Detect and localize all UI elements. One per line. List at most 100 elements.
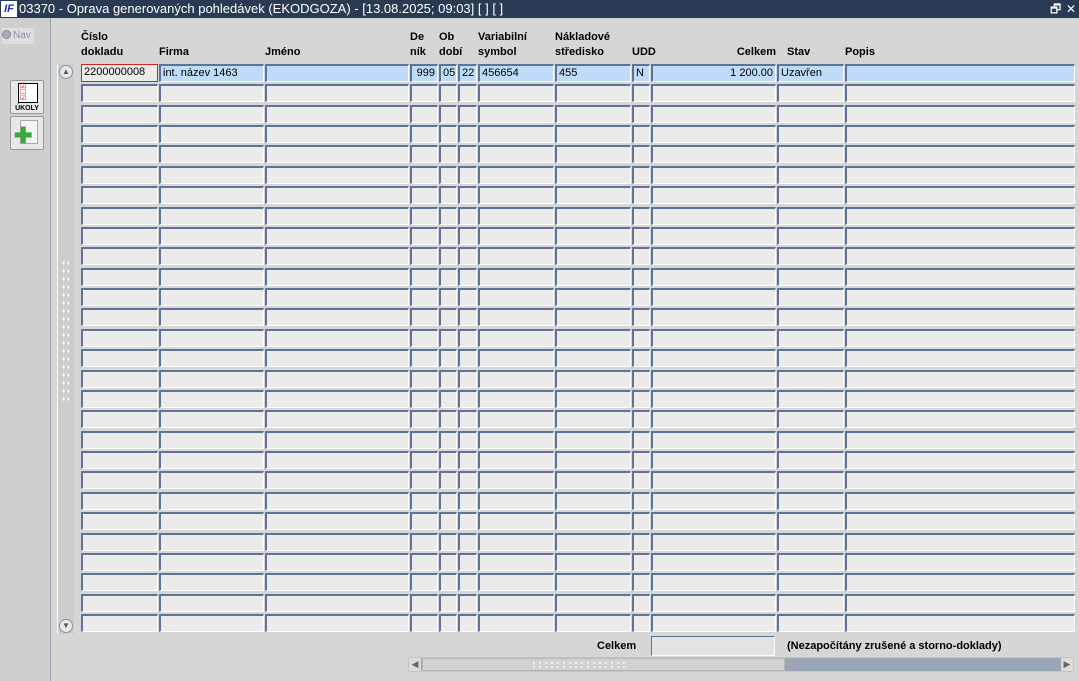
- cell-denik[interactable]: [410, 349, 438, 367]
- cell-celkem[interactable]: [651, 594, 776, 612]
- cell-ns[interactable]: [555, 349, 631, 367]
- cell-stav[interactable]: [777, 614, 844, 632]
- cell-popis[interactable]: [845, 227, 1075, 245]
- cell-udd[interactable]: [632, 533, 650, 551]
- cell-denik[interactable]: [410, 573, 438, 591]
- cell-celkem[interactable]: [651, 410, 776, 428]
- cell-vs[interactable]: [478, 370, 554, 388]
- cell-rok[interactable]: [458, 84, 477, 102]
- cell-vs[interactable]: [478, 288, 554, 306]
- cell-stav[interactable]: [777, 410, 844, 428]
- cell-vs[interactable]: [478, 125, 554, 143]
- cell-firma[interactable]: [159, 166, 264, 184]
- cell-rok[interactable]: [458, 186, 477, 204]
- cell-celkem[interactable]: [651, 247, 776, 265]
- cell-firma[interactable]: [159, 105, 264, 123]
- cell-stav[interactable]: [777, 594, 844, 612]
- cell-denik[interactable]: [410, 553, 438, 571]
- cell-denik[interactable]: [410, 451, 438, 469]
- cell-jmeno[interactable]: [265, 268, 409, 286]
- cell-celkem[interactable]: [651, 573, 776, 591]
- cell-celkem[interactable]: [651, 207, 776, 225]
- cell-firma[interactable]: [159, 370, 264, 388]
- cell-udd[interactable]: [632, 451, 650, 469]
- cell-stav[interactable]: [777, 288, 844, 306]
- cell-cislo[interactable]: [81, 329, 158, 347]
- cell-rok[interactable]: [458, 614, 477, 632]
- cell-rok[interactable]: [458, 308, 477, 326]
- cell-firma[interactable]: [159, 431, 264, 449]
- cell-udd[interactable]: [632, 431, 650, 449]
- cell-rok[interactable]: 22: [458, 64, 477, 82]
- cell-stav[interactable]: Uzavřen: [777, 64, 844, 82]
- cell-popis[interactable]: [845, 451, 1075, 469]
- cell-jmeno[interactable]: [265, 308, 409, 326]
- cell-jmeno[interactable]: [265, 410, 409, 428]
- cell-jmeno[interactable]: [265, 594, 409, 612]
- cell-celkem[interactable]: [651, 349, 776, 367]
- cell-firma[interactable]: [159, 512, 264, 530]
- cell-cislo[interactable]: [81, 594, 158, 612]
- cell-denik[interactable]: [410, 145, 438, 163]
- cell-popis[interactable]: [845, 268, 1075, 286]
- cell-rok[interactable]: [458, 105, 477, 123]
- cell-celkem[interactable]: [651, 512, 776, 530]
- cell-stav[interactable]: [777, 492, 844, 510]
- cell-stav[interactable]: [777, 247, 844, 265]
- cell-obdobi[interactable]: [439, 227, 457, 245]
- cell-jmeno[interactable]: [265, 207, 409, 225]
- cell-vs[interactable]: [478, 227, 554, 245]
- cell-vs[interactable]: [478, 512, 554, 530]
- cell-obdobi[interactable]: [439, 207, 457, 225]
- cell-firma[interactable]: [159, 207, 264, 225]
- cell-stav[interactable]: [777, 471, 844, 489]
- scroll-grip[interactable]: [61, 259, 69, 404]
- cell-stav[interactable]: [777, 186, 844, 204]
- cell-jmeno[interactable]: [265, 84, 409, 102]
- cell-denik[interactable]: [410, 329, 438, 347]
- cell-udd[interactable]: [632, 471, 650, 489]
- cell-celkem[interactable]: [651, 492, 776, 510]
- cell-ns[interactable]: [555, 186, 631, 204]
- cell-firma[interactable]: [159, 410, 264, 428]
- cell-rok[interactable]: [458, 553, 477, 571]
- cell-ns[interactable]: [555, 573, 631, 591]
- cell-celkem[interactable]: [651, 288, 776, 306]
- cell-firma[interactable]: [159, 614, 264, 632]
- cell-udd[interactable]: [632, 125, 650, 143]
- cell-popis[interactable]: [845, 573, 1075, 591]
- cell-ns[interactable]: [555, 125, 631, 143]
- cell-obdobi[interactable]: [439, 247, 457, 265]
- cell-vs[interactable]: [478, 166, 554, 184]
- cell-vs[interactable]: [478, 614, 554, 632]
- cell-vs[interactable]: [478, 573, 554, 591]
- cell-firma[interactable]: [159, 329, 264, 347]
- cell-udd[interactable]: [632, 227, 650, 245]
- cell-cislo[interactable]: [81, 614, 158, 632]
- cell-cislo[interactable]: [81, 84, 158, 102]
- cell-celkem[interactable]: 1 200.00: [651, 64, 776, 82]
- cell-jmeno[interactable]: [265, 247, 409, 265]
- cell-stav[interactable]: [777, 227, 844, 245]
- cell-jmeno[interactable]: [265, 288, 409, 306]
- cell-cislo[interactable]: [81, 145, 158, 163]
- cell-celkem[interactable]: [651, 268, 776, 286]
- cell-obdobi[interactable]: [439, 594, 457, 612]
- cell-udd[interactable]: [632, 268, 650, 286]
- cell-cislo[interactable]: [81, 492, 158, 510]
- cell-udd[interactable]: [632, 370, 650, 388]
- cell-denik[interactable]: [410, 125, 438, 143]
- cell-obdobi[interactable]: [439, 451, 457, 469]
- cell-celkem[interactable]: [651, 390, 776, 408]
- cell-vs[interactable]: [478, 533, 554, 551]
- cell-jmeno[interactable]: [265, 166, 409, 184]
- cell-firma[interactable]: [159, 390, 264, 408]
- cell-vs[interactable]: 456654: [478, 64, 554, 82]
- cell-celkem[interactable]: [651, 227, 776, 245]
- cell-rok[interactable]: [458, 471, 477, 489]
- cell-jmeno[interactable]: [265, 125, 409, 143]
- cell-vs[interactable]: [478, 84, 554, 102]
- cell-ns[interactable]: [555, 288, 631, 306]
- cell-celkem[interactable]: [651, 614, 776, 632]
- cell-jmeno[interactable]: [265, 451, 409, 469]
